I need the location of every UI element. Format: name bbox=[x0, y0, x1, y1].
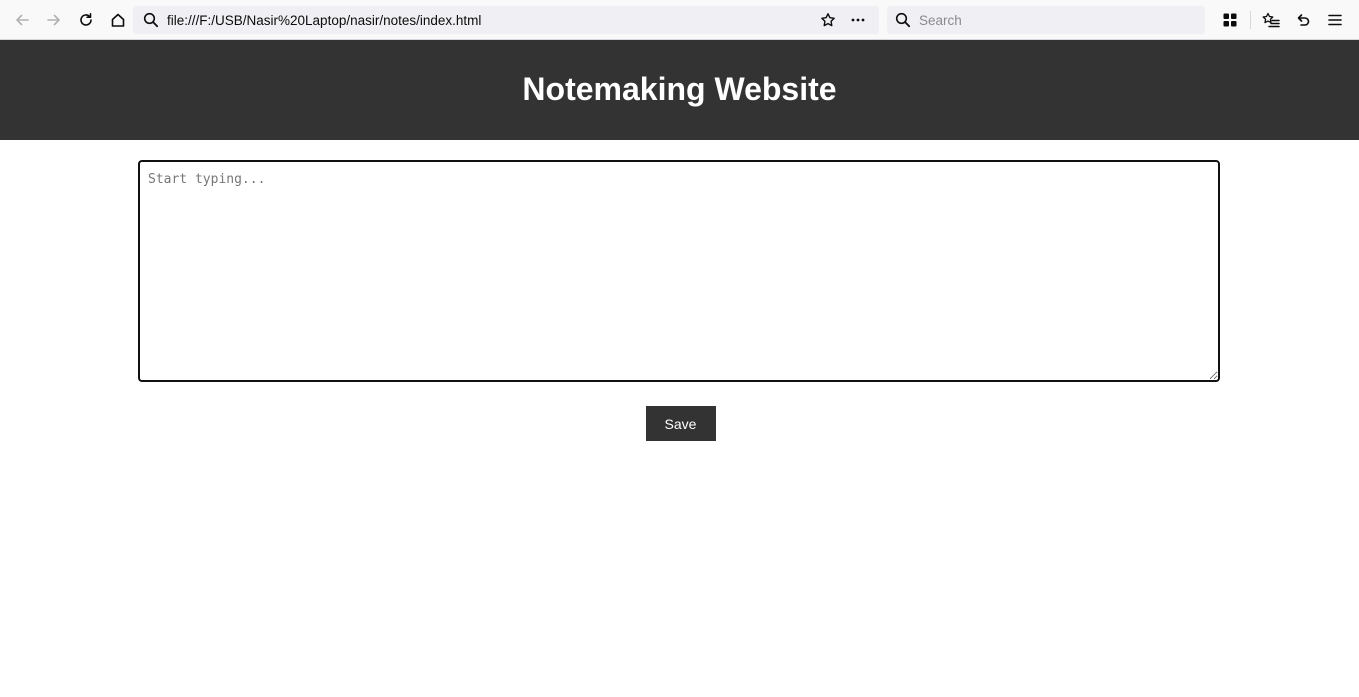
search-icon bbox=[895, 12, 911, 28]
toolbar-separator bbox=[1250, 11, 1251, 29]
note-textarea[interactable] bbox=[138, 160, 1220, 382]
grid-icon bbox=[1223, 13, 1237, 27]
star-icon bbox=[821, 13, 835, 27]
hamburger-menu-icon bbox=[1328, 14, 1342, 26]
save-button[interactable]: Save bbox=[645, 406, 716, 441]
address-bar[interactable]: file:///F:/USB/Nasir%20Laptop/nasir/note… bbox=[133, 6, 879, 34]
more-icon bbox=[851, 18, 865, 22]
browser-toolbar: file:///F:/USB/Nasir%20Laptop/nasir/note… bbox=[0, 0, 1359, 40]
save-container: Save bbox=[0, 406, 1359, 441]
search-icon bbox=[143, 12, 159, 28]
arrow-left-icon bbox=[16, 14, 29, 25]
url-text[interactable]: file:///F:/USB/Nasir%20Laptop/nasir/note… bbox=[167, 13, 813, 28]
bookmarks-star-list-icon bbox=[1262, 12, 1280, 28]
library-button[interactable] bbox=[1255, 4, 1287, 36]
undo-icon bbox=[1297, 14, 1310, 26]
menu-button[interactable] bbox=[1319, 4, 1351, 36]
reload-icon bbox=[80, 12, 92, 26]
undo-button[interactable] bbox=[1287, 4, 1319, 36]
apps-button[interactable] bbox=[1214, 4, 1246, 36]
page-title: Notemaking Website bbox=[522, 70, 837, 107]
search-bar[interactable] bbox=[887, 6, 1205, 34]
search-input[interactable] bbox=[919, 12, 1197, 28]
reload-button[interactable] bbox=[70, 4, 102, 36]
home-button[interactable] bbox=[102, 4, 134, 36]
site-header: Notemaking Website bbox=[0, 40, 1359, 140]
home-icon bbox=[111, 13, 125, 27]
arrow-right-icon bbox=[47, 14, 60, 25]
forward-button[interactable] bbox=[38, 4, 70, 36]
back-button[interactable] bbox=[6, 4, 38, 36]
bookmark-button[interactable] bbox=[813, 8, 843, 32]
toolbar-right-tools bbox=[1214, 4, 1351, 36]
page-actions-button[interactable] bbox=[843, 8, 873, 32]
editor-container bbox=[0, 140, 1359, 382]
